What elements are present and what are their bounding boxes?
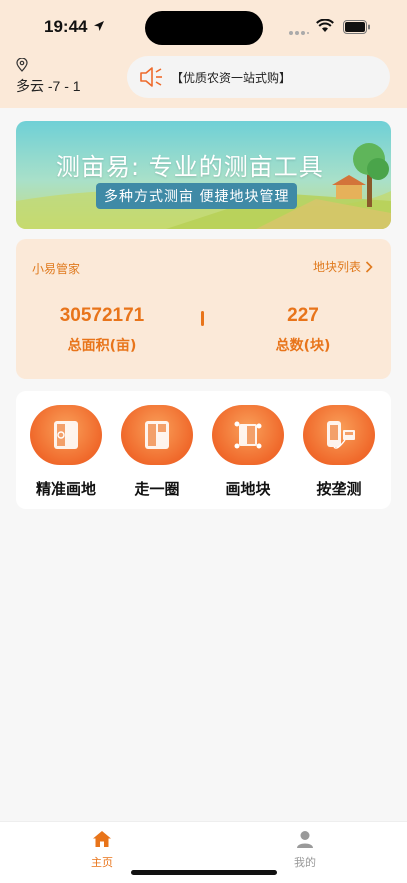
dynamic-island bbox=[145, 11, 263, 45]
stats-card: 小易管家 地块列表 30572171 总面积(亩) 227 总数(块) bbox=[16, 239, 391, 379]
promo-banner[interactable]: 测亩易: 专业的测亩工具 多种方式测亩 便捷地块管理 bbox=[16, 121, 391, 229]
total-area-label: 总面积(亩) bbox=[67, 338, 137, 354]
speaker-icon bbox=[140, 67, 162, 87]
precise-draw-icon bbox=[30, 405, 102, 465]
plot-list-label: 地块列表 bbox=[312, 260, 361, 274]
chevron-right-icon bbox=[365, 260, 373, 273]
notice-bar[interactable]: 【优质农资一站式购】 bbox=[127, 56, 390, 98]
tool-label: 走一圈 bbox=[134, 480, 180, 498]
stat-divider bbox=[201, 311, 204, 326]
tools-card: 精准画地 走一圈 画地块 按垄测 bbox=[16, 391, 391, 509]
tool-walk-around[interactable]: 走一圈 bbox=[112, 405, 202, 499]
home-indicator bbox=[131, 870, 277, 875]
tool-label: 画地块 bbox=[225, 480, 271, 498]
weather-text: 多云 -7 - 1 bbox=[16, 78, 81, 94]
wifi-icon bbox=[316, 19, 334, 32]
butler-label: 小易管家 bbox=[32, 262, 81, 276]
banner-subtitle: 多种方式测亩 便捷地块管理 bbox=[96, 183, 298, 209]
walk-around-icon bbox=[121, 405, 193, 465]
tool-precise-draw[interactable]: 精准画地 bbox=[21, 405, 111, 499]
ridge-measure-icon bbox=[303, 405, 375, 465]
total-area-stat: 30572171 总面积(亩) bbox=[27, 305, 177, 355]
tool-label: 精准画地 bbox=[35, 480, 96, 498]
total-count-stat: 227 总数(块) bbox=[228, 305, 378, 355]
home-icon bbox=[93, 831, 111, 847]
status-bar: 19:44 bbox=[0, 0, 407, 50]
tool-draw-plot[interactable]: 画地块 bbox=[203, 405, 293, 499]
total-count-label: 总数(块) bbox=[275, 338, 331, 354]
tool-ridge-measure[interactable]: 按垄测 bbox=[294, 405, 384, 499]
total-area-value: 30572171 bbox=[59, 305, 145, 326]
weather-widget[interactable]: 多云 -7 - 1 bbox=[16, 58, 81, 96]
status-time: 19:44 bbox=[44, 17, 88, 36]
banner-title: 测亩易: 专业的测亩工具 bbox=[56, 153, 324, 181]
total-count-value: 227 bbox=[287, 305, 319, 326]
signal-dots-icon bbox=[289, 31, 309, 35]
user-icon bbox=[297, 831, 313, 848]
tab-home-label: 主页 bbox=[91, 856, 113, 869]
plot-list-link[interactable]: 地块列表 bbox=[313, 258, 373, 275]
tab-mine-label: 我的 bbox=[294, 856, 316, 869]
battery-icon bbox=[343, 20, 370, 34]
tab-mine[interactable]: 我的 bbox=[275, 830, 335, 870]
tool-label: 按垄测 bbox=[316, 480, 362, 498]
location-pin-icon bbox=[16, 58, 28, 72]
header-area: 19:44 多云 -7 - 1 【优质农资一站式购】 bbox=[0, 0, 407, 108]
draw-plot-icon bbox=[212, 405, 284, 465]
tab-home[interactable]: 主页 bbox=[72, 830, 132, 870]
notice-text: 【优质农资一站式购】 bbox=[171, 70, 292, 85]
location-arrow-icon bbox=[94, 21, 104, 31]
